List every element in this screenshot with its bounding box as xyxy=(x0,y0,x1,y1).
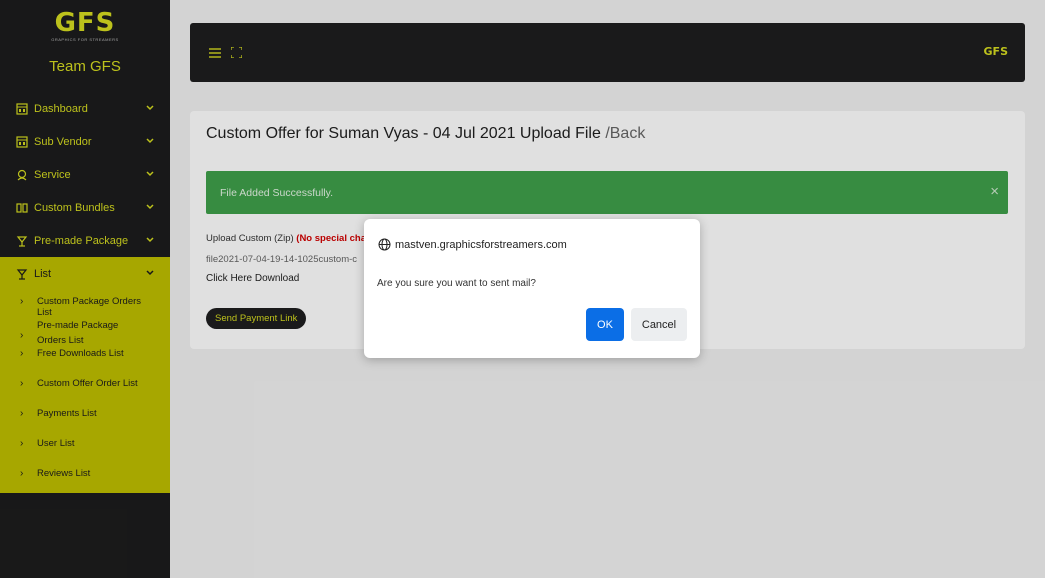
dialog-origin-text: mastven.graphicsforstreamers.com xyxy=(395,238,567,251)
cancel-button[interactable]: Cancel xyxy=(631,308,687,341)
dialog-message: Are you sure you want to sent mail? xyxy=(377,278,536,289)
ok-button[interactable]: OK xyxy=(586,308,624,341)
dialog-origin: mastven.graphicsforstreamers.com xyxy=(378,238,567,251)
globe-icon xyxy=(378,238,391,251)
confirm-dialog: mastven.graphicsforstreamers.com Are you… xyxy=(364,219,700,358)
